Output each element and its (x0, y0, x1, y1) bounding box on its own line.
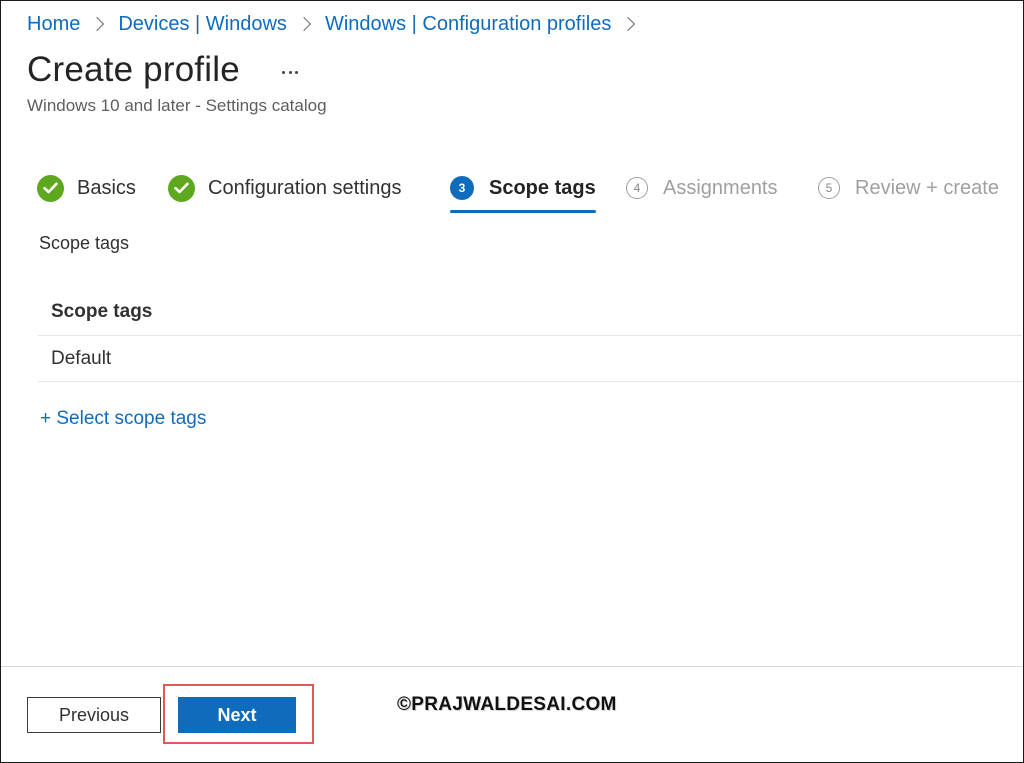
previous-button[interactable]: Previous (27, 697, 161, 733)
chevron-right-icon (621, 16, 636, 32)
check-icon (37, 174, 64, 202)
ellipsis-dot (288, 70, 292, 74)
step-label: Basics (77, 176, 136, 199)
wizard-steps: Basics Configuration settings 3 Scope ta… (37, 168, 1022, 214)
active-step-indicator (450, 210, 596, 213)
step-number-badge: 5 (818, 177, 840, 199)
page-subtitle: Windows 10 and later - Settings catalog (27, 96, 327, 115)
step-label: Review + create (855, 176, 999, 199)
watermark: ©PRAJWALDESAI.COM (397, 694, 617, 715)
step-number-badge: 3 (450, 176, 474, 200)
step-configuration-settings[interactable]: Configuration settings (168, 168, 401, 208)
footer-divider (1, 666, 1022, 667)
step-label: Assignments (663, 176, 778, 199)
ellipsis-icon (282, 70, 286, 74)
breadcrumb-devices-windows-link[interactable]: Devices | Windows (118, 13, 287, 36)
breadcrumb-configuration-profiles-link[interactable]: Windows | Configuration profiles (325, 13, 611, 36)
step-label: Scope tags (489, 176, 596, 199)
table-row: Default (38, 336, 1022, 382)
ellipsis-dot (294, 70, 298, 74)
scope-tags-table: Scope tags Default (38, 288, 1022, 382)
step-review-create[interactable]: 5 Review + create (818, 168, 999, 208)
check-icon (168, 174, 195, 202)
step-scope-tags[interactable]: 3 Scope tags (450, 168, 596, 213)
more-options-button[interactable] (276, 58, 304, 86)
step-number-badge: 4 (626, 177, 648, 199)
page-title: Create profile (27, 50, 240, 89)
step-assignments[interactable]: 4 Assignments (626, 168, 778, 208)
chevron-right-icon (90, 16, 105, 32)
chevron-right-icon (296, 16, 312, 32)
step-basics[interactable]: Basics (37, 168, 136, 208)
next-button[interactable]: Next (178, 697, 296, 733)
table-header: Scope tags (38, 288, 1022, 336)
step-label: Configuration settings (208, 176, 402, 199)
breadcrumb: Home Devices | Windows Windows | Configu… (27, 10, 649, 38)
breadcrumb-home-link[interactable]: Home (27, 13, 80, 36)
select-scope-tags-link[interactable]: + Select scope tags (40, 408, 206, 430)
scope-tags-section-label: Scope tags (39, 233, 130, 253)
